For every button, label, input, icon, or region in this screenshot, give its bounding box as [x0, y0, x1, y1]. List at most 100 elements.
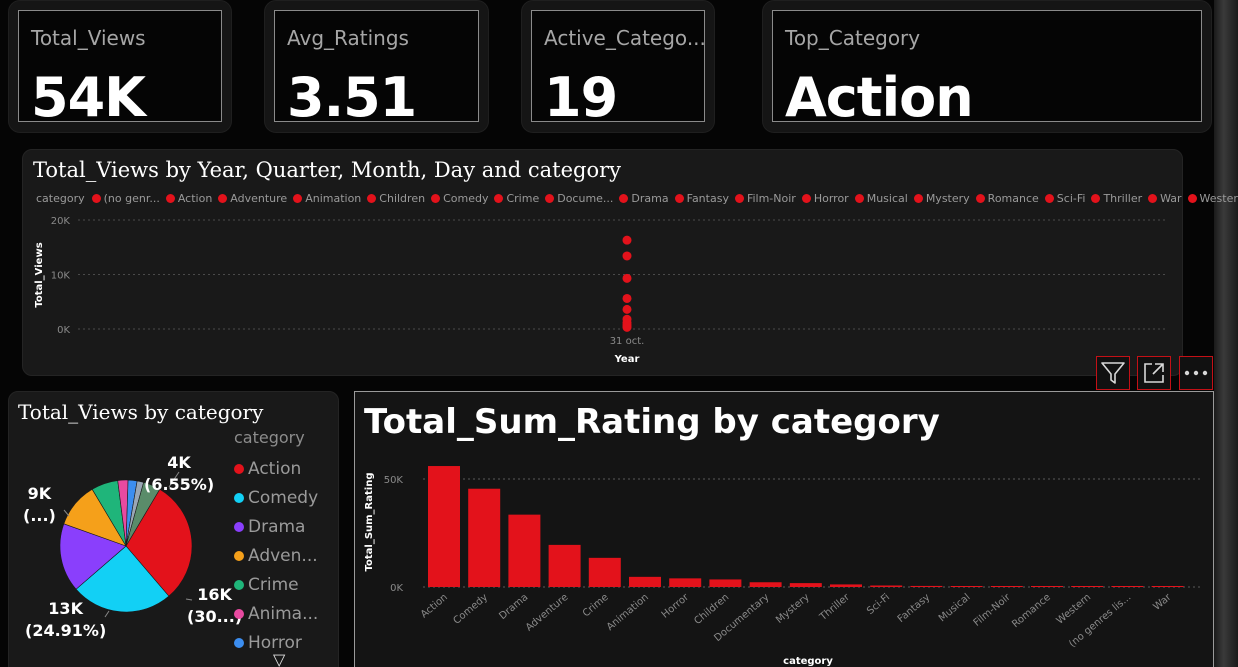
- bar-chart-svg: 50K 0K Action Comedy DramaAdventure CrimeAnim…: [364, 466, 1200, 667]
- pie-label-comedy: 13K (24.91%): [25, 598, 106, 642]
- legend-dot: [234, 608, 244, 619]
- legend-dot: [234, 521, 244, 532]
- bar: [468, 488, 501, 587]
- kpi-card-avg-ratings[interactable]: Avg_Ratings 3.51: [264, 0, 489, 133]
- y-tick-label: 10K: [51, 271, 71, 282]
- kpi-label: Total_Views: [31, 26, 146, 50]
- x-tick-label: Crime: [581, 592, 611, 620]
- x-tick-label: Mystery: [774, 592, 812, 626]
- window-edge: [1214, 0, 1238, 667]
- leader-line: [63, 509, 70, 517]
- legend-label: Anima...: [248, 603, 319, 624]
- legend-item[interactable]: Comedy: [234, 483, 318, 512]
- scatter-chart-panel[interactable]: Total_Views by Year, Quarter, Month, Day…: [22, 149, 1238, 376]
- y-axis-title: Total_Sum_Rating: [364, 473, 375, 572]
- bar: [910, 585, 943, 587]
- bar-chart-panel[interactable]: Total_Sum_Rating by category 50K 0K Action…: [354, 391, 1214, 667]
- kpi-label: Active_Catego...: [544, 26, 705, 50]
- bar: [669, 578, 702, 587]
- x-tick-label: Sci-Fi: [865, 592, 892, 617]
- pie-label-pct: (6.55%): [144, 475, 215, 494]
- bar: [789, 583, 822, 587]
- legend-dot: [234, 463, 244, 474]
- y-tick-label: 0K: [390, 583, 403, 594]
- kpi-card-total-views[interactable]: Total_Views 54K: [8, 0, 232, 133]
- legend-dot: [1187, 194, 1197, 203]
- legend-dot: [234, 550, 244, 561]
- filter-icon: [1101, 362, 1125, 384]
- bar: [548, 544, 581, 587]
- kpi-label: Top_Category: [785, 26, 921, 50]
- legend-dot: [234, 637, 244, 648]
- bar: [950, 586, 983, 587]
- kpi-card-active-categories[interactable]: Active_Catego... 19: [521, 0, 715, 133]
- x-tick-label: Thriller: [817, 591, 852, 623]
- y-tick-label: 50K: [384, 475, 404, 486]
- pie-chart-panel[interactable]: Total_Views by category 4K (6.55%) 9K (.…: [8, 391, 339, 667]
- pie-label-value: 4K: [167, 453, 191, 472]
- legend-label: Western: [1199, 192, 1238, 205]
- pie-label-crime: 4K (6.55%): [144, 452, 214, 496]
- scatter-point: [622, 251, 632, 261]
- bar: [1111, 586, 1144, 587]
- bar: [428, 466, 460, 587]
- pie-label-value: 13K: [48, 599, 83, 618]
- pie-label-pct: (...): [23, 506, 56, 525]
- bar: [709, 579, 742, 587]
- legend-item[interactable]: Anima...: [234, 599, 318, 628]
- bar: [749, 582, 782, 587]
- x-tick-label: Drama: [497, 592, 530, 622]
- x-tick-label: Film-Noir: [972, 591, 1014, 629]
- x-tick-label: Adventure: [524, 592, 571, 634]
- kpi-value: 3.51: [287, 66, 417, 122]
- focus-mode-icon: [1144, 363, 1164, 383]
- legend-label: Crime: [248, 574, 299, 595]
- bar: [508, 514, 541, 587]
- x-tick-label: Action: [419, 592, 450, 621]
- x-axis-title: Year: [614, 354, 640, 365]
- legend-label: Comedy: [248, 487, 319, 508]
- kpi-frame: Active_Catego... 19: [531, 10, 705, 122]
- bar: [990, 586, 1023, 587]
- kpi-frame: Total_Views 54K: [18, 10, 222, 122]
- x-tick-label: 31 oct.: [610, 336, 645, 347]
- legend-label: Action: [248, 458, 302, 479]
- focus-mode-button[interactable]: [1137, 356, 1171, 390]
- y-tick-label: 20K: [51, 216, 71, 227]
- legend-label: Drama: [248, 516, 306, 537]
- kpi-card-top-category[interactable]: Top_Category Action: [762, 0, 1212, 133]
- scatter-point: [622, 322, 632, 332]
- x-tick-label: Musical: [937, 592, 973, 624]
- filter-button[interactable]: [1096, 356, 1130, 390]
- scatter-point: [622, 235, 632, 245]
- legend-item[interactable]: Action: [234, 454, 318, 483]
- legend-label: Adven...: [248, 545, 318, 566]
- legend-dot: [234, 492, 244, 503]
- legend-item[interactable]: Crime: [234, 570, 318, 599]
- bar: [1031, 586, 1063, 587]
- kpi-value: Action: [785, 66, 974, 122]
- pie-label-pct: (24.91%): [25, 621, 107, 640]
- legend-item[interactable]: Western: [1187, 192, 1238, 205]
- legend-dot: [234, 579, 244, 590]
- bar: [830, 584, 862, 587]
- x-tick-label: Children: [692, 592, 731, 627]
- legend-scroll-down-icon[interactable]: ▽: [273, 650, 285, 667]
- pie-label-drama: 9K (...): [23, 483, 56, 527]
- bar: [1151, 586, 1184, 587]
- bar: [629, 576, 661, 587]
- legend-item[interactable]: Adven...: [234, 541, 318, 570]
- x-tick-label: Animation: [605, 592, 651, 633]
- kpi-frame: Avg_Ratings 3.51: [274, 10, 479, 122]
- scatter-point: [622, 273, 632, 283]
- pie-legend: category Action Comedy Drama Adven... Crime A…: [234, 428, 318, 657]
- x-tick-label: Horror: [660, 591, 692, 620]
- x-tick-label: Romance: [1010, 592, 1053, 630]
- x-tick-label: Comedy: [451, 592, 490, 627]
- legend-item[interactable]: Drama: [234, 512, 318, 541]
- more-options-button[interactable]: [1179, 356, 1213, 390]
- legend-title: category: [234, 428, 305, 447]
- kpi-frame: Top_Category Action: [772, 10, 1202, 122]
- bar: [870, 585, 903, 587]
- x-tick-label: Western: [1055, 592, 1093, 627]
